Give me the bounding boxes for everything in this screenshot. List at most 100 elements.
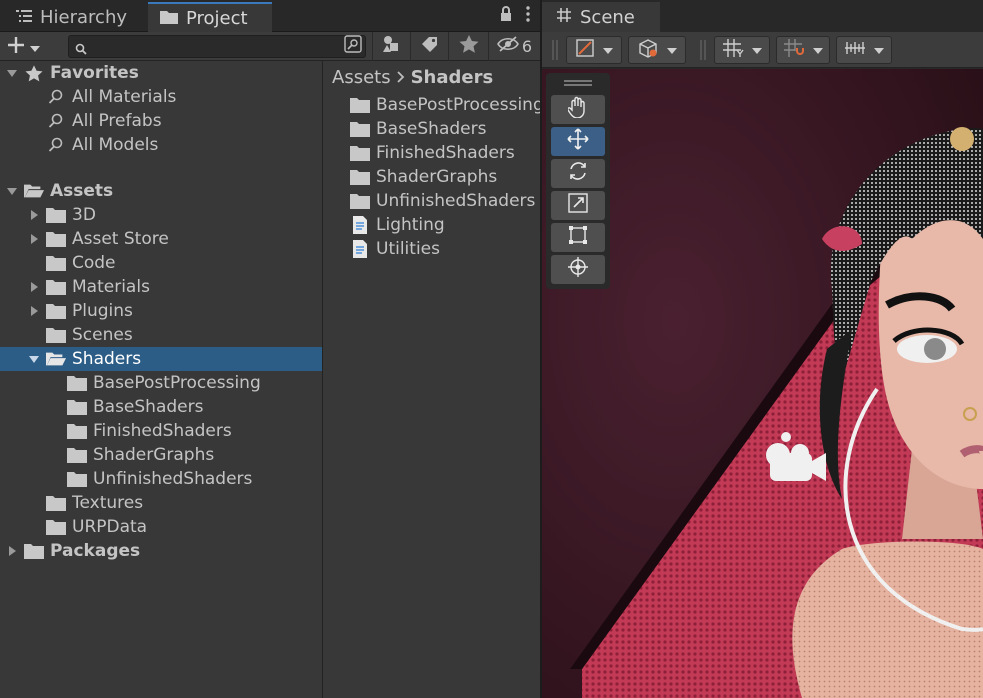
scene-visibility-dropdown[interactable] [628, 36, 686, 64]
tree-item-assets[interactable]: Assets [0, 179, 322, 203]
tree-item-asset-store[interactable]: Asset Store [0, 227, 322, 251]
transform-tool-button[interactable] [551, 255, 605, 284]
tree-item-baseshaders[interactable]: BaseShaders [0, 395, 322, 419]
snap-increment-dropdown[interactable] [776, 36, 830, 64]
tree-item-shaders[interactable]: Shaders [0, 347, 322, 371]
increment-snap-dropdown[interactable] [836, 36, 892, 64]
rotate-tool-button[interactable] [551, 159, 605, 188]
favorite-search-button[interactable] [448, 32, 488, 61]
scene-toolbar [542, 32, 983, 68]
scene-window: Scene [542, 0, 983, 698]
move-tool-button[interactable] [551, 127, 605, 156]
tree-item-basepostprocessing[interactable]: BasePostProcessing [0, 371, 322, 395]
collapse-arrow-icon[interactable] [28, 281, 40, 293]
tree-label: BaseShaders [93, 397, 204, 417]
content-item-shadergraphs[interactable]: ShaderGraphs [350, 165, 497, 189]
chevron-down-icon [603, 40, 613, 60]
expand-arrow-icon[interactable] [6, 185, 18, 197]
filter-by-type-button[interactable] [372, 32, 410, 61]
tree-item-all-materials[interactable]: All Materials [0, 85, 322, 109]
draw-mode-icon [575, 38, 595, 63]
hidden-packages-button[interactable]: 6 [488, 32, 540, 61]
star-icon [459, 35, 479, 58]
rect-tool-button[interactable] [551, 223, 605, 252]
filter-by-label-button[interactable] [410, 32, 448, 61]
content-label: FinishedShaders [376, 143, 515, 163]
transform-icon [567, 256, 589, 283]
search-icon [75, 40, 87, 60]
content-label: ShaderGraphs [376, 167, 498, 187]
tree-item-3d[interactable]: 3D [0, 203, 322, 227]
camera-gizmo-icon[interactable] [760, 429, 830, 494]
tree-item-code[interactable]: Code [0, 251, 322, 275]
open-folder-icon [46, 350, 66, 368]
tree-item-shadergraphs[interactable]: ShaderGraphs [0, 443, 322, 467]
content-item-finishedshaders[interactable]: FinishedShaders [350, 141, 515, 165]
folder-icon [350, 96, 370, 114]
content-label: Lighting [376, 215, 445, 235]
tree-item-all-prefabs[interactable]: All Prefabs [0, 109, 322, 133]
collapse-arrow-icon[interactable] [6, 545, 18, 557]
content-item-baseshaders[interactable]: BaseShaders [350, 117, 486, 141]
folder-icon [67, 398, 87, 416]
toolbar-grip[interactable] [552, 40, 558, 60]
folder-icon [46, 302, 66, 320]
tree-item-packages[interactable]: Packages [0, 539, 322, 563]
draw-mode-dropdown[interactable] [566, 36, 622, 64]
search-window-button[interactable] [342, 34, 364, 58]
expand-arrow-icon[interactable] [6, 67, 18, 79]
tree-item-finishedshaders[interactable]: FinishedShaders [0, 419, 322, 443]
tree-item-all-models[interactable]: All Models [0, 133, 322, 157]
tree-item-unfinishedshaders[interactable]: UnfinishedShaders [0, 467, 322, 491]
search-input[interactable] [68, 35, 366, 58]
tree-label: Scenes [72, 325, 133, 345]
kebab-menu-icon[interactable] [526, 6, 530, 27]
expand-arrow-icon[interactable] [28, 353, 40, 365]
tab-hierarchy[interactable]: Hierarchy [4, 2, 139, 32]
tree-item-textures[interactable]: Textures [0, 491, 322, 515]
tools-overlay [546, 73, 610, 289]
tab-project[interactable]: Project [148, 2, 272, 32]
project-contents: Assets Shaders BasePostProcessing BaseSh… [324, 61, 540, 698]
toolbar-grip[interactable] [700, 40, 706, 60]
grid-snap-dropdown[interactable] [714, 36, 770, 64]
overlay-grip[interactable] [564, 80, 592, 86]
project-tree: Favorites All Materials All Prefabs All … [0, 61, 323, 698]
tab-project-label: Project [186, 7, 248, 29]
chevron-down-icon [30, 38, 40, 58]
content-item-basepostprocessing[interactable]: BasePostProcessing [350, 93, 540, 117]
search-icon [46, 88, 66, 106]
create-dropdown[interactable] [6, 35, 40, 60]
external-search-icon [344, 34, 362, 58]
tree-item-plugins[interactable]: Plugins [0, 299, 322, 323]
tree-label: Assets [50, 181, 114, 201]
tree-label: Shaders [72, 349, 142, 369]
breadcrumb-shaders[interactable]: Shaders [411, 67, 494, 88]
hand-tool-button[interactable] [551, 95, 605, 124]
folder-icon [67, 446, 87, 464]
tag-icon [420, 35, 440, 58]
breadcrumb-assets[interactable]: Assets [332, 67, 391, 88]
rect-transform-icon [567, 224, 589, 251]
collapse-arrow-icon[interactable] [28, 305, 40, 317]
folder-icon [46, 230, 66, 248]
tree-item-urpdata[interactable]: URPData [0, 515, 322, 539]
scale-tool-button[interactable] [551, 191, 605, 220]
tree-item-materials[interactable]: Materials [0, 275, 322, 299]
collapse-arrow-icon[interactable] [28, 209, 40, 221]
tree-item-favorites[interactable]: Favorites [0, 61, 322, 85]
tree-label: ShaderGraphs [93, 445, 215, 465]
tree-label: BasePostProcessing [93, 373, 261, 393]
open-folder-icon [24, 182, 44, 200]
tree-item-scenes[interactable]: Scenes [0, 323, 322, 347]
content-item-unfinishedshaders[interactable]: UnfinishedShaders [350, 189, 535, 213]
tree-label: Code [72, 253, 116, 273]
collapse-arrow-icon[interactable] [28, 233, 40, 245]
content-item-lighting[interactable]: Lighting [350, 213, 445, 237]
tree-label: Favorites [50, 63, 139, 83]
content-item-utilities[interactable]: Utilities [350, 237, 440, 261]
project-toolbar: 6 [0, 32, 540, 61]
lock-icon[interactable] [500, 6, 512, 27]
tab-scene[interactable]: Scene [542, 2, 660, 32]
tree-label: FinishedShaders [93, 421, 232, 441]
